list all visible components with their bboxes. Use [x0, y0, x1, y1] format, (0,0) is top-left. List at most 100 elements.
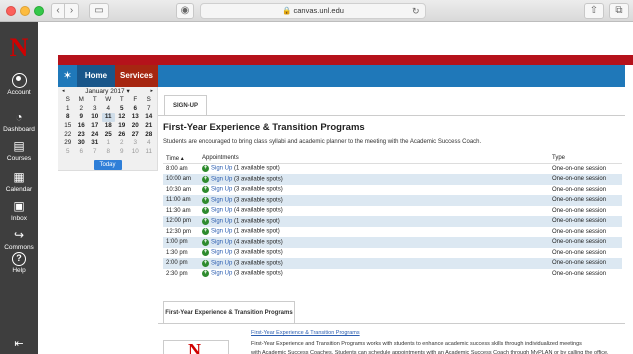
calendar-day[interactable]: 13	[129, 113, 143, 122]
sign-up-link[interactable]: Sign Up	[211, 166, 232, 172]
calendar-day[interactable]: 6	[75, 148, 89, 157]
calendar-day[interactable]: 2	[115, 139, 129, 148]
calendar-day[interactable]: 22	[61, 131, 75, 140]
tab-services[interactable]: Services	[115, 65, 158, 87]
plus-circle-icon[interactable]: +	[202, 175, 209, 183]
available-spots: (4 available spots)	[234, 239, 283, 246]
tab-sign-up[interactable]: SIGN-UP	[164, 95, 207, 115]
sign-up-link[interactable]: Sign Up	[211, 260, 232, 266]
star-icon[interactable]: ✶	[58, 65, 77, 87]
minimize-window-button[interactable]	[20, 6, 30, 16]
tab-home[interactable]: Home	[77, 65, 115, 87]
today-button[interactable]: Today	[93, 159, 122, 170]
share-icon[interactable]: ⇧	[584, 3, 604, 19]
plus-circle-icon[interactable]: +	[202, 259, 209, 267]
sign-up-link[interactable]: Sign Up	[211, 187, 232, 193]
calendar-day[interactable]: 10	[129, 148, 143, 157]
nav-calendar[interactable]: ▦ Calendar	[0, 169, 38, 193]
calendar-day[interactable]: 5	[115, 105, 129, 114]
plus-circle-icon[interactable]: +	[202, 165, 209, 173]
plus-circle-icon[interactable]: +	[202, 196, 209, 204]
calendar-day[interactable]: 11	[142, 148, 156, 157]
sign-up-link[interactable]: Sign Up	[211, 176, 232, 182]
calendar-day[interactable]: 29	[61, 139, 75, 148]
plus-circle-icon[interactable]: +	[202, 217, 209, 225]
calendar-day[interactable]: 4	[102, 105, 116, 114]
tabs-overview-icon[interactable]: ⧉	[609, 3, 629, 19]
sign-up-link[interactable]: Sign Up	[211, 239, 232, 245]
sign-up-link[interactable]: Sign Up	[211, 218, 232, 224]
calendar-day[interactable]: 28	[142, 131, 156, 140]
tab-first-year-experience[interactable]: First-Year Experience & Transition Progr…	[163, 301, 295, 323]
appointment-cell: + Sign Up (3 available spots)	[199, 269, 549, 280]
nav-dashboard[interactable]: ◔ Dashboard	[0, 109, 38, 133]
calendar-day[interactable]: 19	[115, 122, 129, 131]
calendar-day[interactable]: 27	[129, 131, 143, 140]
first-year-link[interactable]: First-Year Experience & Transition Progr…	[251, 330, 360, 336]
collapse-nav-icon[interactable]: ⇤	[12, 337, 26, 351]
calendar-day[interactable]: 9	[75, 113, 89, 122]
calendar-day[interactable]: 10	[88, 113, 102, 122]
plus-circle-icon[interactable]: +	[202, 238, 209, 246]
calendar-day[interactable]: 2	[75, 105, 89, 114]
address-bar[interactable]: 🔒 canvas.unl.edu	[200, 3, 426, 19]
calendar-day[interactable]: 26	[115, 131, 129, 140]
nav-account[interactable]: Account	[0, 73, 38, 96]
prev-month-icon[interactable]: ◂	[62, 87, 65, 96]
plus-circle-icon[interactable]: +	[202, 228, 209, 236]
appointment-time: 10:00 am	[163, 174, 199, 185]
calendar-day[interactable]: 8	[102, 148, 116, 157]
calendar-day[interactable]: 6	[129, 105, 143, 114]
calendar-day[interactable]: 21	[142, 122, 156, 131]
nav-courses[interactable]: ▤ Courses	[0, 138, 38, 162]
reload-icon[interactable]: ↻	[412, 3, 420, 19]
privacy-shield-icon[interactable]: ◉	[176, 3, 194, 19]
sidebar-toggle-icon[interactable]: ▭	[89, 3, 109, 19]
calendar-day[interactable]: 11	[101, 113, 115, 123]
sign-up-link[interactable]: Sign Up	[211, 197, 232, 203]
column-header-time[interactable]: Time ▴	[163, 153, 199, 164]
calendar-day[interactable]: 9	[115, 148, 129, 157]
calendar-day[interactable]: 17	[88, 122, 102, 131]
sign-up-link[interactable]: Sign Up	[211, 208, 232, 214]
close-window-button[interactable]	[6, 6, 16, 16]
calendar-day[interactable]: 30	[75, 139, 89, 148]
calendar-day[interactable]: 14	[142, 113, 156, 122]
calendar-day[interactable]: 5	[61, 148, 75, 157]
table-row: 1:00 pm + Sign Up (4 available spots) One-o…	[163, 237, 622, 248]
calendar-day[interactable]: 20	[129, 122, 143, 131]
chevron-left-icon[interactable]: ‹	[51, 3, 65, 19]
calendar-day[interactable]: 18	[102, 122, 116, 131]
nav-commons[interactable]: ↪ Commons	[0, 227, 38, 251]
sign-up-link[interactable]: Sign Up	[211, 250, 232, 256]
calendar-day[interactable]: 7	[88, 148, 102, 157]
calendar-day[interactable]: 24	[88, 131, 102, 140]
appointment-cell: + Sign Up (1 available spot)	[199, 216, 549, 227]
calendar-day[interactable]: 3	[88, 105, 102, 114]
plus-circle-icon[interactable]: +	[202, 207, 209, 215]
calendar-day[interactable]: 25	[102, 131, 116, 140]
plus-circle-icon[interactable]: +	[202, 186, 209, 194]
unl-logo[interactable]: N	[7, 34, 31, 62]
plus-circle-icon[interactable]: +	[202, 249, 209, 257]
chevron-right-icon[interactable]: ›	[65, 3, 79, 19]
calendar-day[interactable]: 23	[75, 131, 89, 140]
zoom-window-button[interactable]	[34, 6, 44, 16]
nav-inbox[interactable]: ▣ Inbox	[0, 198, 38, 222]
calendar-day[interactable]: 1	[61, 105, 75, 114]
calendar-day[interactable]: 31	[88, 139, 102, 148]
calendar-day[interactable]: 8	[61, 113, 75, 122]
plus-circle-icon[interactable]: +	[202, 270, 209, 278]
calendar-day[interactable]: 4	[142, 139, 156, 148]
calendar-day[interactable]: 12	[115, 113, 129, 122]
next-month-icon[interactable]: ▸	[150, 87, 153, 96]
sign-up-link[interactable]: Sign Up	[211, 229, 232, 235]
calendar-day[interactable]: 7	[142, 105, 156, 114]
calendar-day[interactable]: 15	[61, 122, 75, 131]
calendar-day[interactable]: 16	[75, 122, 89, 131]
calendar-day[interactable]: 1	[102, 139, 116, 148]
calendar-day[interactable]: 3	[129, 139, 143, 148]
nav-help[interactable]: ? Help	[0, 252, 38, 274]
calendar-month-select[interactable]: January 2017 ▾	[85, 88, 129, 95]
sign-up-link[interactable]: Sign Up	[211, 271, 232, 277]
